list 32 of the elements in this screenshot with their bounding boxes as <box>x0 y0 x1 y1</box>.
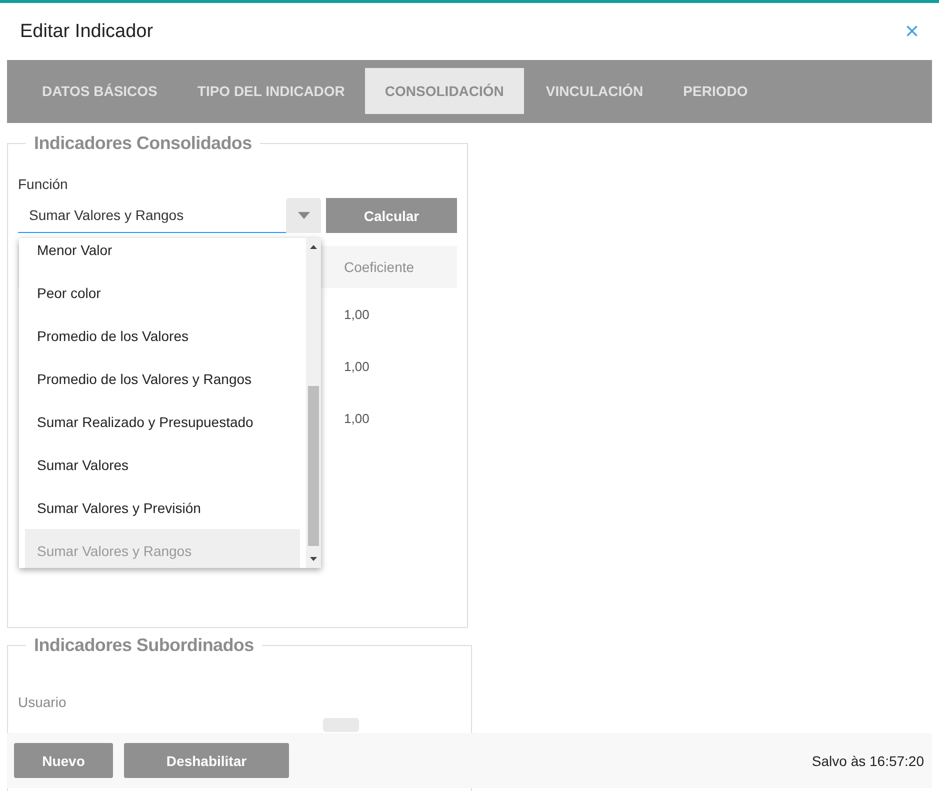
dropdown-option[interactable]: Sumar Valores y Previsión <box>25 486 300 529</box>
dropdown-option[interactable]: Peor color <box>25 271 300 314</box>
tab[interactable]: TIPO DEL INDICADOR <box>177 68 365 114</box>
scrollbar[interactable] <box>306 238 321 568</box>
footer-button[interactable]: Nuevo <box>14 743 113 778</box>
table-cell: 1,00 <box>344 410 370 426</box>
column-header: Coeficiente <box>344 259 414 275</box>
tab[interactable]: PERIODO <box>663 68 768 114</box>
panel-legend: Indicadores Consolidados <box>26 133 260 154</box>
tab[interactable]: VINCULACIÓN <box>526 68 664 114</box>
caret-icon <box>298 212 310 219</box>
dropdown-option[interactable]: Menor Valor <box>25 238 300 271</box>
close-button[interactable]: × <box>904 20 919 44</box>
footer-button[interactable]: Deshabilitar <box>124 743 289 778</box>
scroll-up-icon[interactable] <box>310 245 317 249</box>
tab[interactable]: CONSOLIDACIÓN <box>364 68 524 114</box>
dropdown-option[interactable]: Promedio de los Valores y Rangos <box>25 357 300 400</box>
calculate-button[interactable]: Calcular <box>326 198 457 233</box>
dropdown-option[interactable]: Sumar Valores <box>25 443 300 486</box>
table-cell: 1,00 <box>344 358 370 374</box>
save-status: Salvo às 16:57:20 <box>812 752 924 768</box>
dropdown-button[interactable] <box>286 198 321 233</box>
field-label: Función <box>18 176 69 192</box>
dialog-title: Editar Indicador <box>20 20 154 42</box>
field-label: Usuario <box>18 694 68 710</box>
table-cell: 1,00 <box>344 306 370 322</box>
dropdown-option[interactable]: Promedio de los Valores <box>25 314 300 357</box>
panel-legend: Indicadores Subordinados <box>26 635 262 656</box>
dropdown-option[interactable]: Sumar Valores y Rangos <box>25 529 300 568</box>
tab[interactable]: DATOS BÁSICOS <box>22 68 178 114</box>
scroll-down-icon[interactable] <box>310 557 317 561</box>
dropdown-option[interactable]: Sumar Realizado y Presupuestado <box>25 400 300 443</box>
